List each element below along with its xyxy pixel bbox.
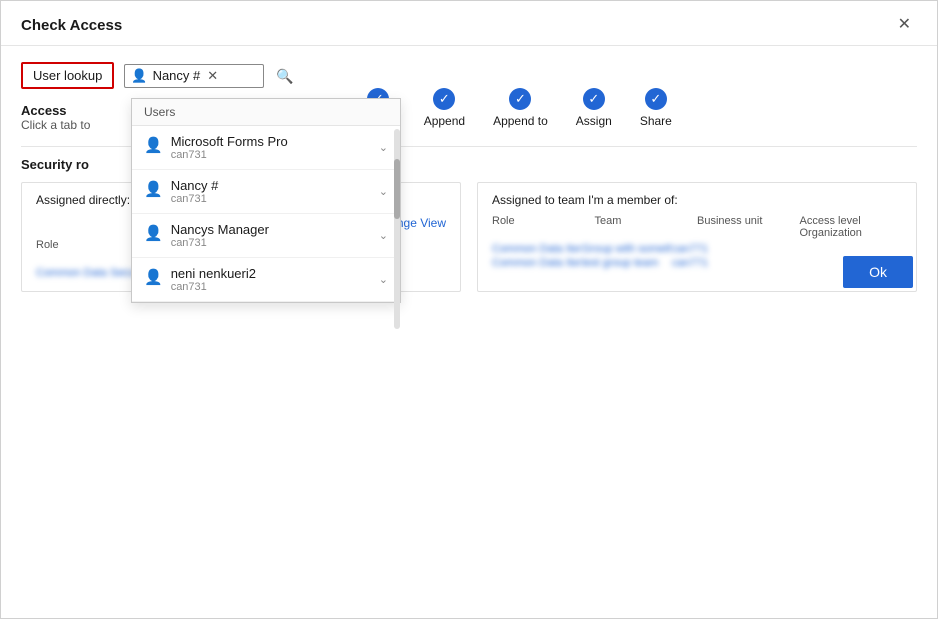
dropdown-item-0[interactable]: 👤 Microsoft Forms Pro can731 ⌄ <box>132 126 400 170</box>
dialog-header: Check Access ✕ <box>1 1 937 46</box>
assigned-team-row-0: Common Data Item... Group with someth...… <box>492 243 902 255</box>
dropdown-item-text-0: Microsoft Forms Pro can731 <box>171 134 288 161</box>
check-access-dialog: Check Access ✕ User lookup 👤 Nancy # ✕ 🔍… <box>0 0 938 619</box>
clear-button[interactable]: ✕ <box>205 69 220 82</box>
assigned-team-cols: Role Team Business unit Access levelOrga… <box>492 215 902 239</box>
perm-check-appendto: ✓ <box>509 88 531 110</box>
perm-check-append: ✓ <box>433 88 455 110</box>
dropdown-item-text-1: Nancy # can731 <box>171 178 219 205</box>
dropdown-item-name-3: neni nenkueri2 <box>171 266 256 281</box>
user-avatar-icon: 👤 <box>144 180 163 198</box>
assigned-directly-role: Common Data Service role <box>36 267 126 279</box>
perm-check-share: ✓ <box>645 88 667 110</box>
perm-label-share: Share <box>640 114 672 128</box>
dropdown-item-3[interactable]: 👤 neni nenkueri2 can731 ⌄ <box>132 258 400 302</box>
col-bu-t: Business unit <box>697 215 800 239</box>
user-lookup-label: User lookup <box>21 62 114 89</box>
perm-label-assign: Assign <box>576 114 612 128</box>
chevron-down-icon: ⌄ <box>379 273 388 286</box>
perm-appendto: ✓ Append to <box>493 88 548 128</box>
dropdown-item-name-0: Microsoft Forms Pro <box>171 134 288 149</box>
assigned-team-row-1: Common Data Item... test group team can7… <box>492 257 902 269</box>
chevron-down-icon: ⌄ <box>379 141 388 154</box>
perm-label-appendto: Append to <box>493 114 548 128</box>
perm-share: ✓ Share <box>640 88 672 128</box>
assigned-team-title: Assigned to team I'm a member of: <box>492 193 902 207</box>
team-role-1: Common Data Item... <box>492 257 582 269</box>
dropdown-item-sub-3: can731 <box>171 281 256 293</box>
perm-append: ✓ Append <box>424 88 465 128</box>
perm-label-append: Append <box>424 114 465 128</box>
team-role-0: Common Data Item... <box>492 243 582 255</box>
dialog-body: User lookup 👤 Nancy # ✕ 🔍 Users 👤 Micros… <box>1 46 937 308</box>
dropdown-item-text-3: neni nenkueri2 can731 <box>171 266 256 293</box>
team-al-0 <box>762 243 902 255</box>
dropdown-item-sub-2: can731 <box>171 237 269 249</box>
team-team-1: test group team <box>582 257 672 269</box>
user-dropdown: Users 👤 Microsoft Forms Pro can731 ⌄ 👤 <box>131 98 401 303</box>
perm-assign: ✓ Assign <box>576 88 612 128</box>
chevron-down-icon: ⌄ <box>379 185 388 198</box>
dropdown-item-sub-0: can731 <box>171 149 288 161</box>
user-avatar-icon: 👤 <box>144 268 163 286</box>
team-team-0: Group with someth... <box>582 243 672 255</box>
dropdown-item-1[interactable]: 👤 Nancy # can731 ⌄ <box>132 170 400 214</box>
user-lookup-value: Nancy # <box>153 68 201 83</box>
user-avatar-icon: 👤 <box>144 224 163 242</box>
search-button[interactable]: 🔍 <box>274 69 295 83</box>
user-lookup-row: User lookup 👤 Nancy # ✕ 🔍 Users 👤 Micros… <box>21 62 917 89</box>
perm-check-assign: ✓ <box>583 88 605 110</box>
dropdown-item-2[interactable]: 👤 Nancys Manager can731 ⌄ <box>132 214 400 258</box>
user-avatar-icon: 👤 <box>144 136 163 154</box>
user-lookup-input[interactable]: 👤 Nancy # ✕ <box>124 64 264 88</box>
team-bu-1: can771 <box>672 257 762 269</box>
dropdown-scrollbar-thumb <box>394 159 400 219</box>
team-bu-0: can771 <box>672 243 762 255</box>
close-button[interactable]: ✕ <box>892 15 917 35</box>
dropdown-item-name-2: Nancys Manager <box>171 222 269 237</box>
col-al-t: Access levelOrganization <box>800 215 903 239</box>
ok-button[interactable]: Ok <box>843 256 913 288</box>
col-role-t: Role <box>492 215 595 239</box>
dropdown-item-sub-1: can731 <box>171 193 219 205</box>
chevron-down-icon: ⌄ <box>379 229 388 242</box>
dropdown-item-text-2: Nancys Manager can731 <box>171 222 269 249</box>
user-icon: 👤 <box>131 68 147 84</box>
dialog-title: Check Access <box>21 17 122 34</box>
dropdown-item-name-1: Nancy # <box>171 178 219 193</box>
col-team-t: Team <box>595 215 698 239</box>
dropdown-header: Users <box>132 99 400 126</box>
dropdown-scrollbar[interactable] <box>394 129 400 329</box>
permissions-row: ✓ Delete ✓ Append ✓ Append to ✓ Assign ✓… <box>361 88 917 128</box>
